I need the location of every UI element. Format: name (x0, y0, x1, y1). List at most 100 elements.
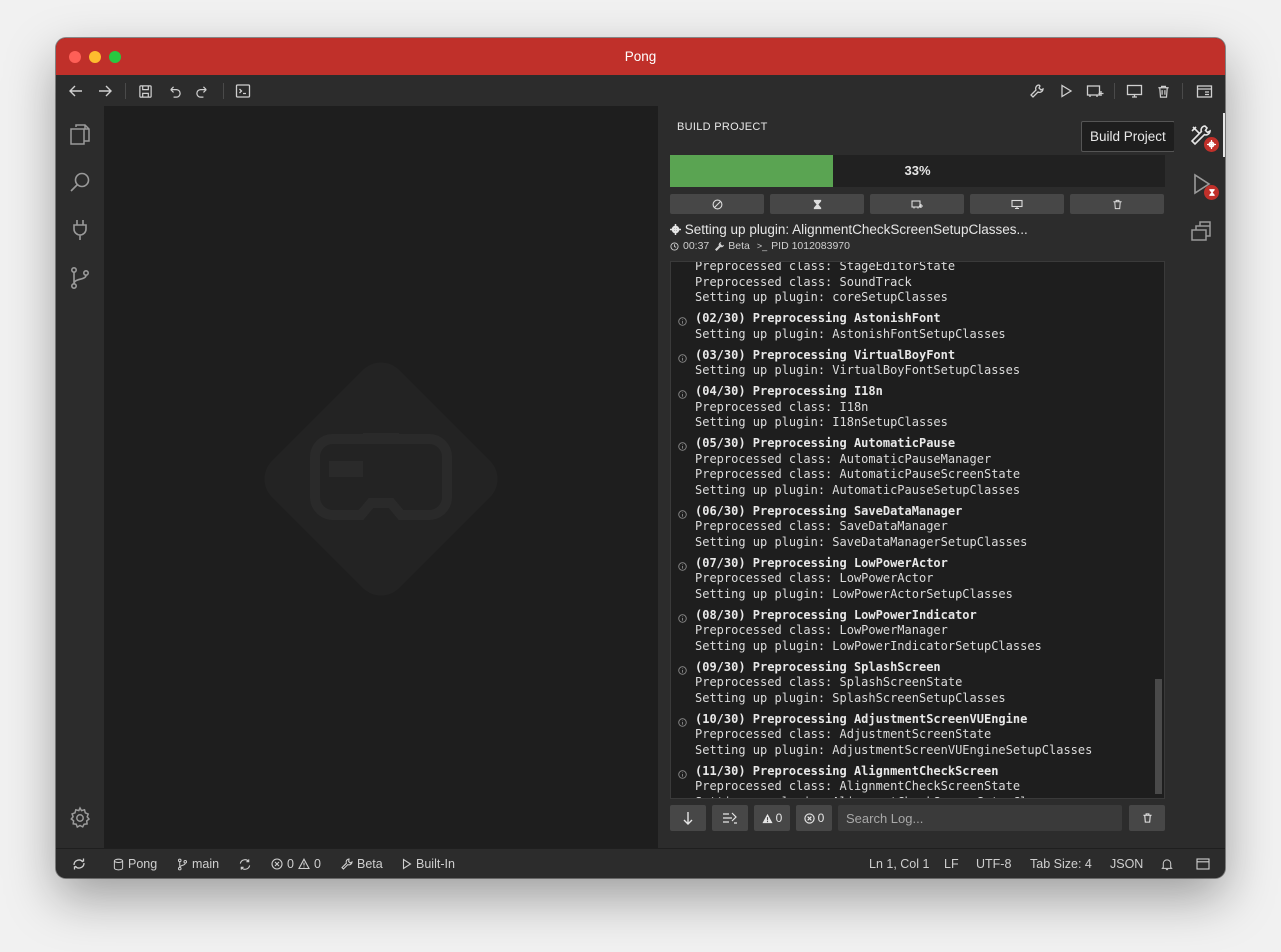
search-log-input[interactable] (838, 805, 1122, 831)
hourglass-icon (1208, 189, 1215, 196)
terminal-icon (235, 84, 251, 98)
status-bar: Pong main 0 0 Beta Built-In Ln 1, Col 1 … (56, 848, 1225, 878)
flash-cart-icon (911, 199, 923, 208)
build-mode: Beta (728, 240, 750, 252)
progress-label: 33% (904, 163, 931, 178)
warning-count: 0 (313, 857, 321, 871)
log-line: Setting up plugin: AstonishFontSetupClas… (695, 326, 1006, 341)
log-step-header: (05/30) Preprocessing AutomaticPause (671, 436, 1151, 452)
language-mode[interactable]: JSON (1110, 849, 1143, 878)
toggle-log-wrap-button[interactable] (712, 805, 748, 831)
queued-run-button[interactable] (770, 194, 864, 214)
forward-button[interactable] (93, 79, 117, 103)
cursor-position[interactable]: Ln 1, Col 1 (869, 849, 929, 878)
log-line: Setting up plugin: LowPowerActorSetupCla… (695, 586, 1013, 601)
log-line: Preprocessed class: AdjustmentScreenStat… (695, 727, 992, 741)
toolbar (56, 75, 1225, 106)
warnings-count: 0 (775, 811, 783, 825)
panel-title: BUILD PROJECT (677, 121, 768, 133)
build-project-activity[interactable] (1187, 122, 1219, 152)
terminal-button[interactable] (231, 79, 255, 103)
build-status-text: Setting up plugin: AlignmentCheckScreenS… (684, 222, 1028, 237)
errors-filter-button[interactable]: 0 (796, 805, 832, 831)
panel-layout-icon (1196, 84, 1212, 98)
clean-build-button[interactable] (1070, 194, 1164, 214)
monitor-export-icon (1126, 84, 1142, 98)
warnings-filter-button[interactable]: 0 (754, 805, 790, 831)
explorer-activity[interactable] (66, 120, 94, 148)
clean-button[interactable] (1151, 79, 1175, 103)
log-line: Preprocessed class: SoundTrack (695, 274, 912, 289)
emulator-activity[interactable] (1187, 217, 1215, 245)
flash-cart-icon (1086, 85, 1104, 97)
run-button[interactable] (1054, 79, 1078, 103)
flash-button[interactable] (1083, 79, 1107, 103)
line-ending[interactable]: LF (944, 849, 959, 878)
encoding[interactable]: UTF-8 (976, 849, 1011, 878)
log-line: Preprocessed class: StageEditorState (695, 261, 956, 273)
branch-status[interactable]: main (177, 849, 219, 878)
project-status[interactable]: Pong (113, 849, 157, 878)
log-step-header: (09/30) Preprocessing SplashScreen (671, 660, 1151, 676)
log-line: Preprocessed class: LowPowerActor (695, 571, 934, 585)
scroll-to-bottom-button[interactable] (670, 805, 706, 831)
queued-export-button[interactable] (970, 194, 1064, 214)
monitor-export-icon (1011, 199, 1023, 209)
log-line: Preprocessed class: SaveDataManager (695, 519, 948, 533)
problems-status[interactable]: 0 0 (271, 849, 321, 878)
back-button[interactable] (64, 79, 88, 103)
process-id: PID 1012083970 (771, 240, 850, 252)
abort-build-button[interactable] (670, 194, 764, 214)
build-log-content: Preprocessed class: StageEditorState Prep… (671, 261, 1151, 798)
info-icon (678, 768, 687, 779)
emulator-label: Built-In (416, 857, 455, 871)
run-activity[interactable] (1187, 170, 1219, 200)
bell-icon (1161, 858, 1173, 870)
plug-icon (73, 220, 87, 240)
save-icon (138, 84, 152, 98)
redo-button[interactable] (190, 79, 214, 103)
build-tool-button[interactable] (1025, 79, 1049, 103)
sync-button[interactable] (238, 849, 252, 878)
redo-icon (195, 85, 207, 98)
remote-indicator[interactable] (71, 849, 87, 878)
toggle-layout-button[interactable] (1196, 849, 1210, 878)
toggle-panel-button[interactable] (1192, 79, 1216, 103)
clear-log-button[interactable] (1129, 805, 1165, 831)
log-step-header: (04/30) Preprocessing I18n (671, 384, 1151, 400)
trash-icon (1112, 199, 1122, 209)
wrench-icon (1030, 84, 1044, 98)
elapsed-time: 00:37 (683, 240, 710, 252)
hourglass-icon (813, 199, 821, 209)
notifications-button[interactable] (1161, 849, 1173, 878)
branch-name: main (192, 857, 220, 871)
search-activity[interactable] (66, 168, 94, 196)
log-line: Preprocessed class: I18n (695, 399, 869, 414)
log-line: Setting up plugin: SaveDataManagerSetupC… (695, 534, 1028, 549)
build-mode-status[interactable]: Beta (341, 849, 383, 878)
arrow-right-icon (99, 85, 112, 97)
info-icon (678, 352, 687, 363)
warning-icon (298, 858, 310, 870)
undo-button[interactable] (162, 79, 186, 103)
settings-activity[interactable] (66, 804, 94, 832)
save-button[interactable] (133, 79, 157, 103)
info-icon (678, 315, 687, 326)
cancel-icon (712, 199, 722, 209)
plugins-activity[interactable] (66, 216, 94, 244)
info-icon (678, 388, 687, 399)
tab-size[interactable]: Tab Size: 4 (1030, 849, 1092, 878)
error-count: 0 (287, 857, 294, 871)
title-bar: Pong (56, 38, 1225, 75)
log-scrollbar[interactable] (1155, 679, 1162, 794)
info-icon (678, 612, 687, 623)
info-icon (678, 560, 687, 571)
build-status: Setting up plugin: AlignmentCheckScreenS… (670, 222, 1028, 237)
source-control-activity[interactable] (66, 264, 94, 292)
emulator-status[interactable]: Built-In (402, 849, 455, 878)
export-button[interactable] (1122, 79, 1146, 103)
queued-flash-button[interactable] (870, 194, 964, 214)
gear-icon (70, 806, 91, 829)
log-line: Setting up plugin: LowPowerIndicatorSetu… (695, 638, 1042, 653)
build-log[interactable]: Preprocessed class: StageEditorState Prep… (670, 261, 1165, 799)
